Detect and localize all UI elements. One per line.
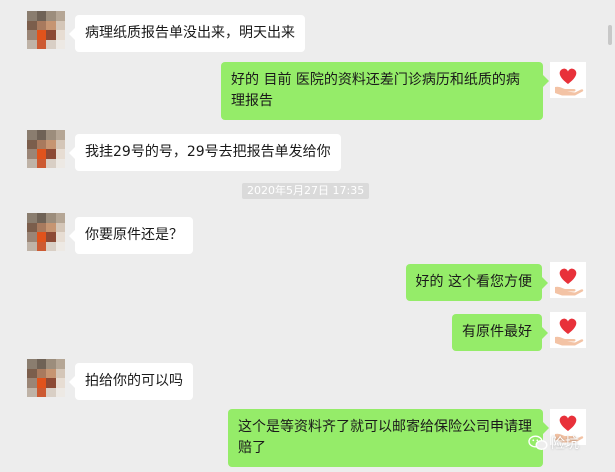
chat-area: 病理纸质报告单没出来，明天出来 好的 目前 医院的资料还差门诊病历和纸质的病理报…	[0, 0, 615, 472]
contact-avatar[interactable]	[27, 213, 65, 251]
message-bubble-incoming[interactable]: 你要原件还是？	[69, 217, 193, 254]
self-avatar[interactable]	[550, 262, 586, 298]
watermark: 险坑	[528, 433, 579, 453]
message-bubble-outgoing[interactable]: 这个是等资料齐了就可以邮寄给保险公司申请理赔了	[228, 409, 549, 467]
watermark-text: 险坑	[551, 436, 579, 452]
message-bubble-incoming[interactable]: 我挂29号的号，29号去把报告单发给你	[69, 134, 341, 171]
timestamp: 2020年5月27日 17:35	[242, 183, 370, 199]
message-bubble-outgoing[interactable]: 好的 这个看您方便	[405, 264, 549, 301]
contact-avatar[interactable]	[27, 11, 65, 49]
message-bubble-incoming[interactable]: 病理纸质报告单没出来，明天出来	[69, 15, 305, 52]
message-bubble-outgoing[interactable]: 好的 目前 医院的资料还差门诊病历和纸质的病理报告	[221, 62, 549, 120]
contact-avatar[interactable]	[27, 359, 65, 397]
contact-avatar[interactable]	[27, 130, 65, 168]
scrollbar[interactable]	[608, 25, 612, 45]
message-bubble-outgoing[interactable]: 有原件最好	[452, 314, 548, 351]
heart-in-hand-icon	[555, 268, 584, 296]
heart-in-hand-icon	[555, 68, 584, 96]
wechat-icon	[528, 435, 548, 451]
message-bubble-incoming[interactable]: 拍给你的可以吗	[69, 363, 193, 400]
self-avatar[interactable]	[550, 62, 586, 98]
heart-in-hand-icon	[555, 318, 584, 346]
self-avatar[interactable]	[550, 312, 586, 348]
